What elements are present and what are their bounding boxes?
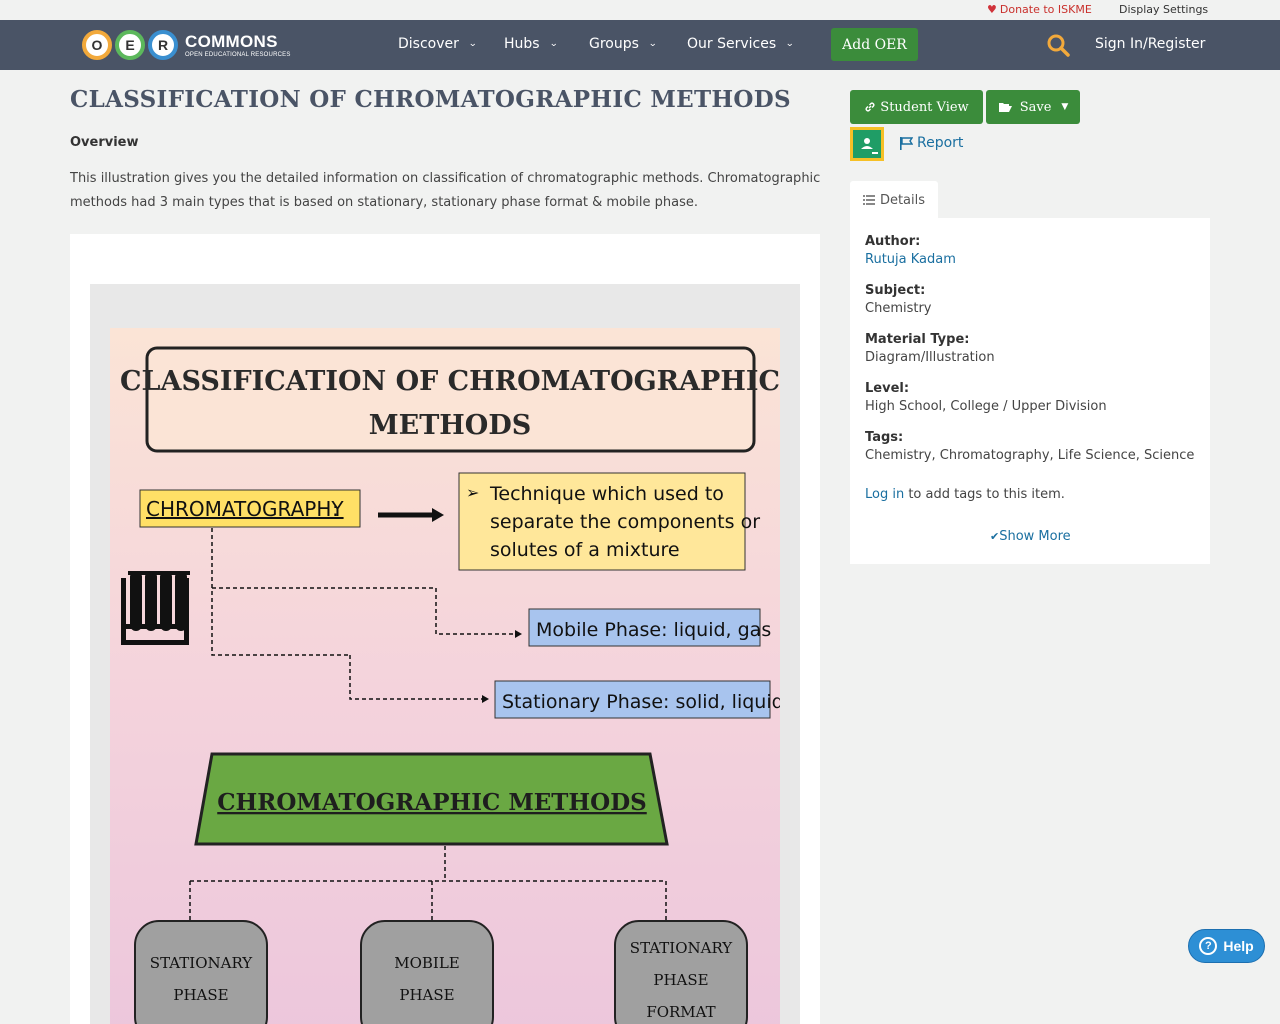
overview-text: This illustration gives you the detailed… [70,171,821,210]
chromatography-poster: CLASSIFICATION OF CHROMATOGRAPHIC METHOD… [110,328,780,1024]
category-box-mobile-phase [360,920,494,1024]
help-button[interactable]: ? Help [1188,929,1265,963]
student-view-button[interactable]: Student View [850,90,983,124]
poster-title-line1: CLASSIFICATION OF CHROMATOGRAPHIC [120,366,780,397]
chevron-down-icon: ⌄ [468,39,478,49]
login-rest-text: to add tags to this item. [904,487,1065,502]
question-icon: ? [1199,937,1218,955]
logo-tagline: OPEN EDUCATIONAL RESOURCES [185,51,291,58]
heart-icon: ♥ [987,3,997,16]
tags-value: Chemistry, Chromatography, Life Science,… [865,448,1195,463]
logo-brand: COMMONS OPEN EDUCATIONAL RESOURCES [185,33,291,58]
category-1-line1: STATIONARY [150,954,253,972]
tags-field: Tags: Chemistry, Chromatography, Life Sc… [865,429,1194,465]
author-label: Author: [865,234,921,249]
level-field: Level: High School, College / Upper Divi… [865,380,1107,416]
nav-hubs-label: Hubs [504,36,540,52]
page-title: CLASSIFICATION OF CHROMATOGRAPHIC METHOD… [70,86,791,113]
report-link[interactable]: Report [899,135,963,151]
flag-icon [900,136,913,150]
stationary-phase-label: Stationary Phase: solid, liquid [502,691,780,713]
category-box-stationary-phase [134,920,268,1024]
image-viewer: CLASSIFICATION OF CHROMATOGRAPHIC METHOD… [90,284,800,1024]
resource-content-panel: CLASSIFICATION OF CHROMATOGRAPHIC METHOD… [70,234,820,1024]
category-2-line1: MOBILE [394,954,460,972]
test-tubes-icon [121,571,190,645]
author-link[interactable]: Rutuja Kadam [865,251,956,269]
main-navbar: O E R COMMONS OPEN EDUCATIONAL RESOURCES… [0,20,1280,70]
display-settings-link[interactable]: Display Settings [1119,3,1208,16]
category-2-line2: PHASE [399,986,454,1004]
folder-open-icon [998,103,1012,112]
google-classroom-icon [853,130,881,158]
author-field: Author: Rutuja Kadam [865,233,956,269]
chromatography-colon: : [332,497,339,521]
logo-letter-o: O [82,30,112,60]
definition-line3: solutes of a mixture [490,539,680,561]
definition-line2: separate the components or [490,511,760,533]
search-icon[interactable] [1046,33,1070,57]
show-more-label: Show More [999,529,1071,544]
arrow-head [432,508,444,522]
chevron-down-icon: ⌄ [548,39,558,49]
login-to-tag-line: Log in to add tags to this item. [865,487,1065,502]
nav-our-services-label: Our Services [687,36,777,52]
mobile-phase-label: Mobile Phase: liquid, gas [536,619,771,641]
category-1-line2: PHASE [173,986,228,1004]
nav-groups[interactable]: Groups ⌄ [589,36,658,52]
tags-label: Tags: [865,430,904,445]
category-3-line3: FORMAT [646,1003,715,1021]
material-type-label: Material Type: [865,332,970,347]
logo-brand-text: COMMONS [185,31,278,51]
tab-details[interactable]: Details [850,181,938,219]
add-oer-button[interactable]: Add OER [831,28,918,61]
list-icon [862,195,875,205]
material-type-value: Diagram/Illustration [865,350,995,365]
nav-our-services[interactable]: Our Services ⌄ [687,36,794,52]
nav-discover[interactable]: Discover ⌄ [398,36,478,52]
material-type-field: Material Type: Diagram/Illustration [865,331,995,367]
subject-field: Subject: Chemistry [865,282,932,318]
subject-value: Chemistry [865,301,932,316]
oer-commons-logo[interactable]: O E R COMMONS OPEN EDUCATIONAL RESOURCES [82,25,291,65]
nav-groups-label: Groups [589,36,639,52]
subject-label: Subject: [865,283,926,298]
help-label: Help [1223,938,1254,954]
chevron-down-icon: ⌄ [648,39,658,49]
donate-link[interactable]: ♥ Donate to ISKME [987,3,1092,16]
overview-heading: Overview [70,135,139,150]
chevron-down-icon: ⌄ [785,39,795,49]
save-label: Save [1019,99,1052,115]
chevron-down-icon: ✔ [990,530,1000,543]
logo-letter-e: E [115,30,145,60]
methods-banner-label: CHROMATOGRAPHIC METHODS [217,789,647,816]
level-label: Level: [865,381,910,396]
show-more-toggle[interactable]: ✔Show More [990,529,1071,544]
logo-letter-r: R [148,30,178,60]
save-dropdown-button[interactable]: Save ▼ [986,90,1080,124]
nav-hubs[interactable]: Hubs ⌄ [504,36,558,52]
details-panel: Author: Rutuja Kadam Subject: Chemistry … [850,218,1210,564]
tree-connectors [189,846,667,921]
login-link[interactable]: Log in [865,487,904,502]
sign-in-register-link[interactable]: Sign In/Register [1095,36,1205,52]
nav-discover-label: Discover [398,36,459,52]
tab-details-label: Details [879,192,926,208]
level-value: High School, College / Upper Division [865,399,1107,414]
poster-title-line2: METHODS [369,410,532,441]
google-classroom-share-button[interactable] [850,127,884,161]
report-label: Report [917,135,964,151]
chromatography-label: CHROMATOGRAPHY [146,497,344,521]
category-3-line1: STATIONARY [630,939,733,957]
definition-bullet-icon: ➢ [466,483,479,502]
top-strip: ♥ Donate to ISKME Display Settings [0,0,1280,20]
link-icon [865,102,875,112]
category-3-line2: PHASE [653,971,708,989]
caret-down-icon: ▼ [1061,102,1069,112]
poster-illustration: CLASSIFICATION OF CHROMATOGRAPHIC METHOD… [120,346,780,1024]
definition-line1: Technique which used to [489,483,724,505]
student-view-label: Student View [880,99,969,115]
donate-label: Donate to ISKME [999,3,1092,16]
